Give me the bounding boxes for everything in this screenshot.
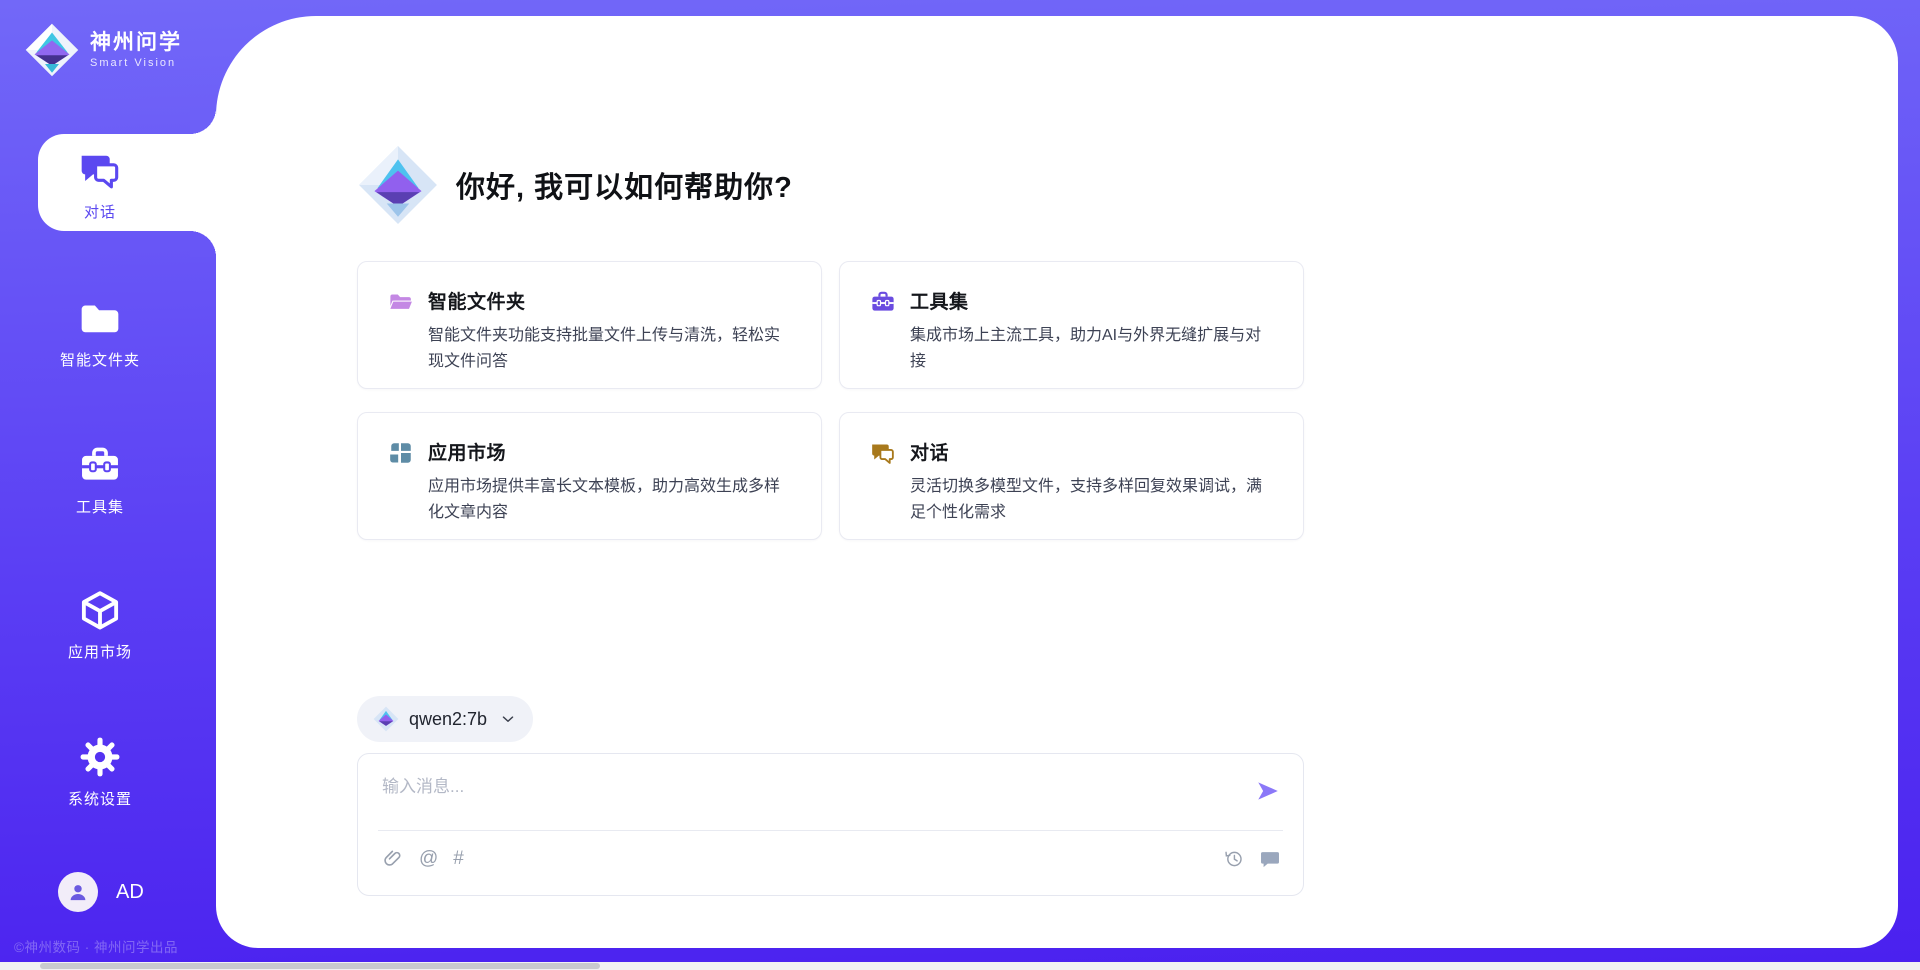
sidebar-item-label: 工具集 [0, 496, 200, 517]
card-smart-folder[interactable]: 智能文件夹 智能文件夹功能支持批量文件上传与清洗，轻松实现文件问答 [357, 261, 822, 389]
message-input[interactable] [382, 772, 1222, 802]
message-icon[interactable] [1259, 848, 1281, 870]
card-title: 智能文件夹 [428, 287, 793, 314]
sidebar-item-label: 智能文件夹 [0, 349, 200, 370]
chevron-down-icon [499, 710, 517, 728]
welcome-hero: 你好, 我可以如何帮助你? [357, 144, 793, 226]
sidebar-item-chat[interactable]: 对话 [0, 148, 200, 222]
composer-divider [378, 830, 1283, 831]
avatar [58, 872, 98, 912]
card-chat[interactable]: 对话 灵活切换多模型文件，支持多样回复效果调试，满足个性化需求 [839, 412, 1304, 540]
brand-diamond-logo-icon [24, 22, 80, 78]
user-initials: AD [116, 881, 144, 904]
person-icon [65, 879, 91, 905]
brand-logo-block: 神州问学 Smart Vision [24, 22, 182, 78]
composer-tools-left: @ # [382, 848, 464, 870]
sidebar-item-settings[interactable]: 系统设置 [0, 735, 200, 809]
card-app-market[interactable]: 应用市场 应用市场提供丰富长文本模板，助力高效生成多样化文章内容 [357, 412, 822, 540]
sidebar-item-label: 应用市场 [0, 641, 200, 662]
message-composer: @ # [357, 753, 1304, 896]
folder-icon [78, 296, 122, 340]
card-title: 应用市场 [428, 438, 793, 465]
chat-icon [78, 148, 122, 192]
scrollbar-thumb[interactable] [40, 963, 600, 969]
toolbox-icon [870, 289, 896, 315]
copyright-footer: ©神州数码 · 神州问学出品 [14, 936, 178, 956]
app-grid-icon [388, 440, 414, 466]
history-icon[interactable] [1223, 848, 1245, 870]
feature-cards: 智能文件夹 智能文件夹功能支持批量文件上传与清洗，轻松实现文件问答 工具集 集成… [357, 261, 1304, 540]
model-name: qwen2:7b [409, 709, 487, 730]
sidebar-item-label: 对话 [0, 201, 200, 222]
assistant-diamond-logo-icon [357, 144, 439, 226]
card-title: 工具集 [910, 287, 1275, 314]
model-diamond-logo-icon [373, 706, 399, 732]
chat-icon [870, 440, 896, 466]
sidebar: 神州问学 Smart Vision 对话 智能文件夹 工具集 [0, 0, 216, 970]
send-icon[interactable] [1255, 778, 1281, 804]
brand-subtitle: Smart Vision [90, 57, 182, 69]
greeting-title: 你好, 我可以如何帮助你? [456, 164, 793, 206]
card-description: 应用市场提供丰富长文本模板，助力高效生成多样化文章内容 [428, 474, 793, 526]
cube-icon [78, 588, 122, 632]
mention-icon[interactable]: @ [419, 848, 438, 870]
sidebar-item-toolset[interactable]: 工具集 [0, 443, 200, 517]
sidebar-item-smart-folder[interactable]: 智能文件夹 [0, 296, 200, 370]
horizontal-scrollbar[interactable] [0, 962, 1920, 970]
card-toolset[interactable]: 工具集 集成市场上主流工具，助力AI与外界无缝扩展与对接 [839, 261, 1304, 389]
brand-name: 神州问学 [90, 31, 182, 54]
brand-text: 神州问学 Smart Vision [90, 31, 182, 69]
toolbox-icon [78, 443, 122, 487]
gear-icon [78, 735, 122, 779]
sidebar-item-app-market[interactable]: 应用市场 [0, 588, 200, 662]
card-description: 集成市场上主流工具，助力AI与外界无缝扩展与对接 [910, 323, 1275, 375]
composer-tools-right [1223, 848, 1281, 870]
hashtag-icon[interactable]: # [453, 848, 464, 870]
card-description: 灵活切换多模型文件，支持多样回复效果调试，满足个性化需求 [910, 474, 1275, 526]
card-description: 智能文件夹功能支持批量文件上传与清洗，轻松实现文件问答 [428, 323, 793, 375]
sidebar-item-label: 系统设置 [0, 788, 200, 809]
paperclip-icon[interactable] [382, 848, 404, 870]
user-account[interactable]: AD [58, 872, 144, 912]
card-title: 对话 [910, 438, 1275, 465]
model-selector[interactable]: qwen2:7b [357, 696, 533, 742]
folder-open-icon [388, 289, 414, 315]
